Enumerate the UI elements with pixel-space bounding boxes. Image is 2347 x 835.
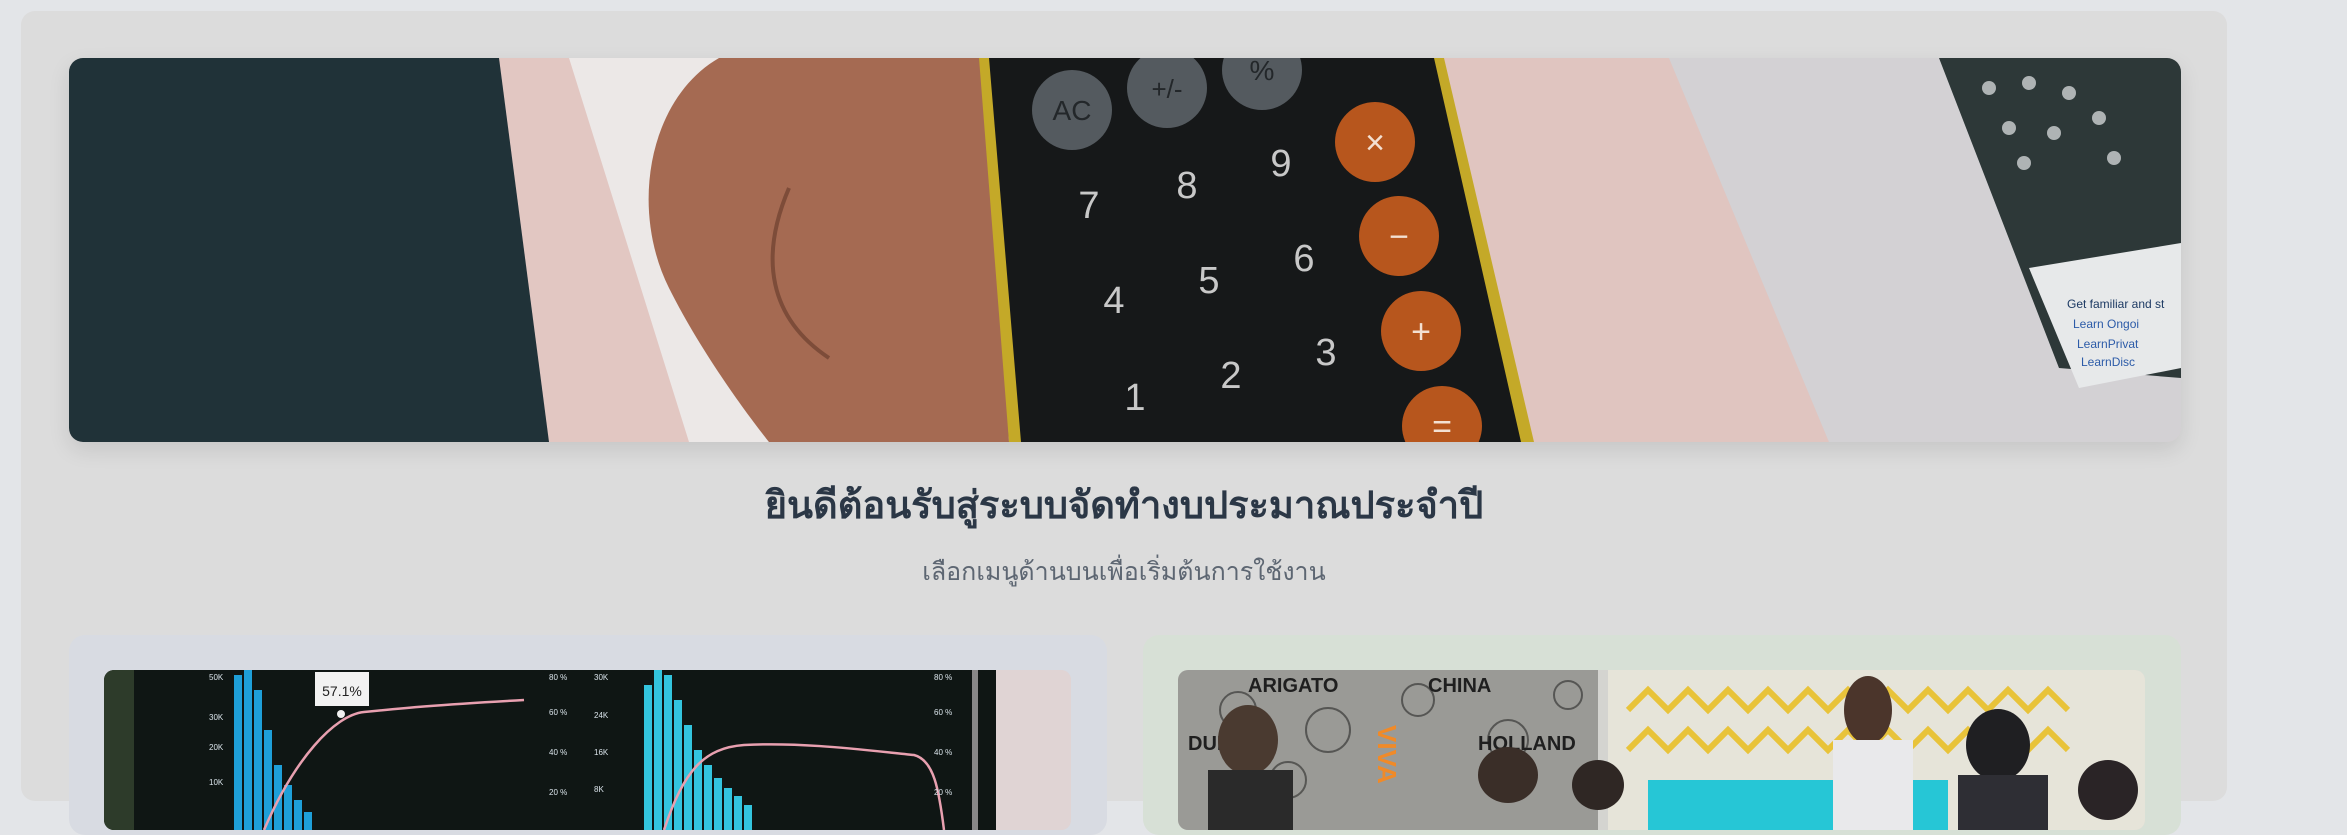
hero-banner-image: Get familiar and st Learn Ongoi LearnPri… [69,58,2181,442]
svg-text:30K: 30K [594,673,609,682]
analytics-chart-image: 57.1% 50K 30K 20K 10K 80 % 60 % 40 % 20 … [104,670,1071,830]
svg-text:30K: 30K [209,713,224,722]
team-meeting-image: ARIGATO CHINA HOLLAND DUBAI VIVA [1178,670,2145,830]
svg-text:7: 7 [1078,185,1099,227]
analytics-card[interactable]: 57.1% 50K 30K 20K 10K 80 % 60 % 40 % 20 … [69,635,1107,835]
svg-text:6: 6 [1293,238,1314,280]
svg-text:×: × [1365,124,1385,162]
svg-text:80 %: 80 % [549,673,567,682]
welcome-subtitle: เลือกเมนูด้านบนเพื่อเริ่มต้นการใช้งาน [922,558,1326,586]
svg-text:60 %: 60 % [934,708,952,717]
svg-text:+: + [1411,313,1431,351]
document-line-4: LearnDisc [2081,355,2135,369]
svg-text:4: 4 [1103,280,1124,322]
document-line-3: LearnPrivat [2077,337,2139,351]
analytics-screen-illustration: 57.1% 50K 30K 20K 10K 80 % 60 % 40 % 20 … [104,670,1071,830]
svg-text:20K: 20K [209,743,224,752]
svg-text:CHINA: CHINA [1428,675,1491,697]
document-line-1: Get familiar and st [2067,297,2165,311]
document-line-2: Learn Ongoi [2073,317,2139,331]
svg-text:8: 8 [1176,165,1197,207]
calculator-hand-illustration: Get familiar and st Learn Ongoi LearnPri… [69,58,2181,442]
svg-text:50K: 50K [209,673,224,682]
svg-text:16K: 16K [594,748,609,757]
welcome-title: ยินดีต้อนรับสู่ระบบจัดทำงบประมาณประจำปี [764,485,1484,527]
svg-text:20 %: 20 % [934,788,952,797]
svg-text:+/-: +/- [1151,74,1182,104]
svg-text:−: − [1389,218,1409,256]
svg-text:AC: AC [1053,95,1092,126]
svg-text:=: = [1432,408,1452,442]
svg-text:1: 1 [1124,377,1145,419]
svg-text:5: 5 [1198,260,1219,302]
svg-text:20 %: 20 % [549,788,567,797]
svg-text:60 %: 60 % [549,708,567,717]
percent-tag: 57.1% [322,683,362,699]
svg-text:3: 3 [1315,332,1336,374]
svg-text:2: 2 [1220,355,1241,397]
svg-text:8K: 8K [594,785,604,794]
team-card[interactable]: ARIGATO CHINA HOLLAND DUBAI VIVA [1143,635,2181,835]
svg-text:ARIGATO: ARIGATO [1248,675,1338,697]
svg-text:VIVA: VIVA [1372,725,1402,784]
svg-text:24K: 24K [594,711,609,720]
svg-text:9: 9 [1270,143,1291,185]
svg-text:40 %: 40 % [934,748,952,757]
svg-text:%: % [1250,58,1275,86]
svg-text:80 %: 80 % [934,673,952,682]
team-meeting-illustration: ARIGATO CHINA HOLLAND DUBAI VIVA [1178,670,2145,830]
svg-text:40 %: 40 % [549,748,567,757]
